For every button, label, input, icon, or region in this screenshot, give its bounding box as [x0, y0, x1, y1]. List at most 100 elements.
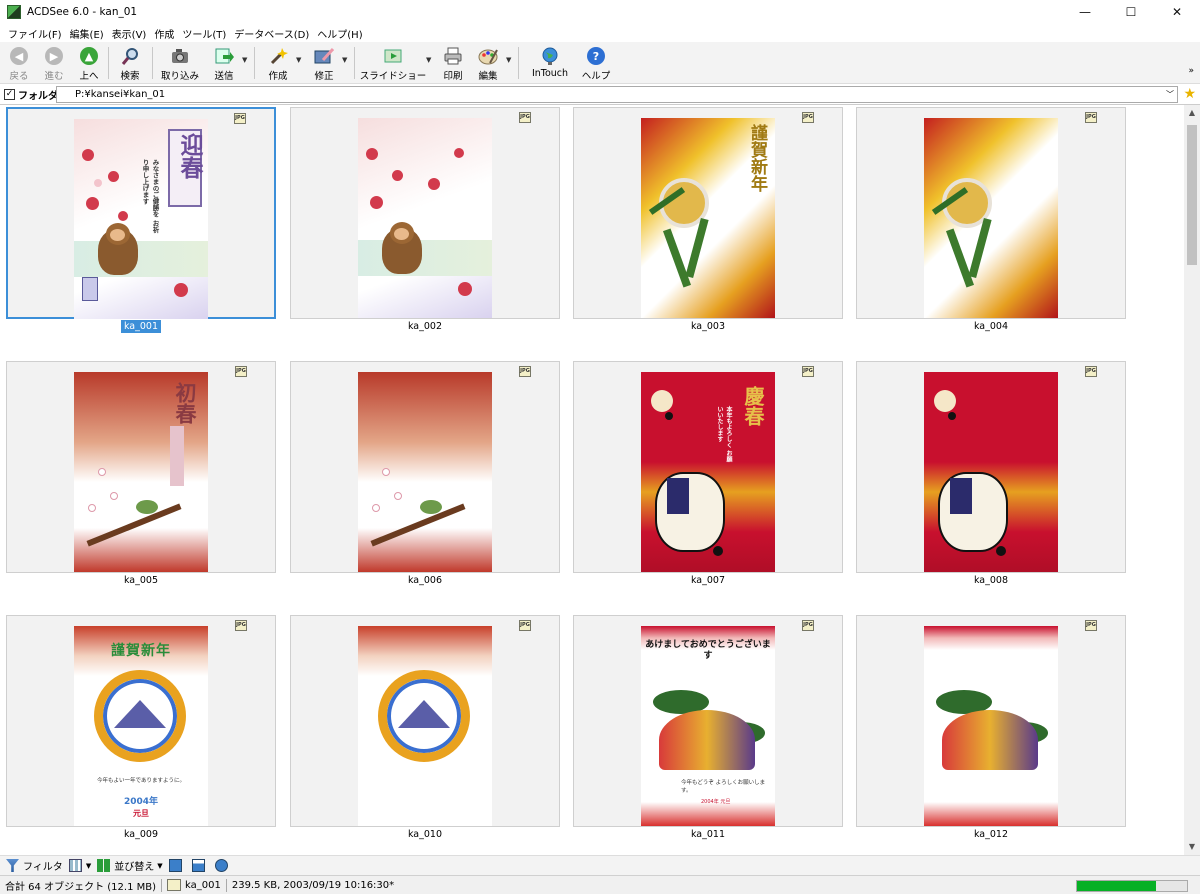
menu-tools[interactable]: ツール(T)	[178, 26, 230, 41]
explorer-button[interactable]	[214, 859, 232, 872]
card-image: 初春	[74, 372, 208, 572]
slideshow-dropdown-icon[interactable]: ▼	[426, 56, 431, 64]
edit-button[interactable]: 編集	[474, 44, 502, 82]
thumbnail-caption[interactable]: ka_003	[573, 321, 843, 332]
create-button[interactable]: 作成	[264, 44, 292, 82]
thumbnail-ka-006[interactable]: JPG	[290, 361, 560, 573]
import-button[interactable]: 取り込み	[160, 44, 200, 82]
thumbnail-caption[interactable]: ka_008	[856, 575, 1126, 586]
create-dropdown-icon[interactable]: ▼	[296, 56, 301, 64]
menu-help[interactable]: ヘルプ(H)	[313, 26, 366, 41]
menu-create[interactable]: 作成	[150, 26, 178, 41]
print-button[interactable]: 印刷	[440, 44, 466, 82]
status-separator	[161, 878, 162, 892]
card-year-text: 2004年 元旦	[701, 799, 731, 805]
thumbnail-ka-001[interactable]: JPG 迎春 みなさまのご健勝を お祈り申し上げます	[6, 107, 276, 319]
view-bar: フィルタ ▼ 並び替え ▼	[0, 855, 1200, 875]
fix-button[interactable]: 修正	[310, 44, 338, 82]
send-dropdown-icon[interactable]: ▼	[242, 56, 247, 64]
search-button[interactable]: 検索	[116, 44, 144, 82]
view-mode-button[interactable]: ▼	[68, 859, 92, 872]
status-file-name: ka_001	[185, 879, 221, 891]
folder-path-input[interactable]: P:¥kansei¥kan_01 ﹀	[56, 86, 1178, 103]
folder-checkbox[interactable]: ✓	[4, 88, 15, 100]
menu-database[interactable]: データベース(D)	[230, 26, 313, 41]
forward-button[interactable]: ▶ 進む	[40, 44, 68, 82]
back-button[interactable]: ◀ 戻る	[6, 44, 32, 82]
minimize-button[interactable]: —	[1062, 0, 1108, 24]
up-button[interactable]: ▲ 上へ	[76, 44, 102, 82]
edit-dropdown-icon[interactable]: ▼	[506, 56, 511, 64]
chevron-down-icon[interactable]: ﹀	[1166, 87, 1174, 102]
vertical-scrollbar[interactable]: ▲ ▼	[1184, 105, 1200, 855]
favorite-star-icon[interactable]: ★	[1183, 86, 1196, 102]
thumbnail-ka-005[interactable]: JPG 初春	[6, 361, 276, 573]
jpg-badge-icon: JPG	[802, 620, 814, 631]
help-button[interactable]: ? ヘルプ	[580, 44, 612, 82]
card-main-text: あけましておめでとうございます	[645, 640, 771, 661]
card-image	[358, 626, 492, 826]
thumbnail-caption[interactable]: ka_012	[856, 829, 1126, 840]
scroll-down-icon[interactable]: ▼	[1184, 839, 1200, 855]
intouch-button[interactable]: InTouch	[528, 44, 572, 82]
toolbar-separator	[354, 47, 355, 79]
thumbnail-caption[interactable]: ka_001	[6, 320, 276, 333]
folder-view-button[interactable]	[191, 859, 209, 872]
window-controls: — ☐ ✕	[1062, 0, 1200, 24]
jpg-badge-icon: JPG	[802, 366, 814, 377]
thumbnail-caption[interactable]: ka_005	[6, 575, 276, 586]
sort-label: 並び替え	[114, 862, 155, 873]
thumbnail-ka-002[interactable]: JPG	[290, 107, 560, 319]
thumbnail-ka-008[interactable]: JPG	[856, 361, 1126, 573]
thumbnail-ka-003[interactable]: JPG 謹賀新年	[573, 107, 843, 319]
filter-button[interactable]: フィルタ	[6, 858, 63, 873]
menu-edit[interactable]: 編集(E)	[66, 26, 108, 41]
thumbnail-ka-004[interactable]: JPG	[856, 107, 1126, 319]
send-button[interactable]: 送信	[210, 44, 238, 82]
thumbnail-ka-011[interactable]: JPG あけましておめでとうございます 今年もどうぞ よろしくお願いします。 2…	[573, 615, 843, 827]
status-total: 合計 64 オブジェクト (12.1 MB)	[5, 881, 156, 893]
up-label: 上へ	[79, 71, 99, 82]
card-image	[358, 118, 492, 318]
thumbnail-caption[interactable]: ka_006	[290, 575, 560, 586]
status-bar: 合計 64 オブジェクト (12.1 MB) ka_001 239.5 KB, …	[0, 875, 1200, 894]
thumbnail-caption[interactable]: ka_009	[6, 829, 276, 840]
card-image: 謹賀新年	[641, 118, 775, 318]
up-arrow-icon: ▲	[79, 46, 99, 66]
thumbnail-caption[interactable]: ka_010	[290, 829, 560, 840]
slideshow-button[interactable]: スライドショー	[360, 44, 426, 82]
scroll-up-icon[interactable]: ▲	[1184, 105, 1200, 121]
jpg-badge-icon: JPG	[1085, 366, 1097, 377]
fix-dropdown-icon[interactable]: ▼	[342, 56, 347, 64]
card-sub-text: 本年もよろしく お願いいたします	[716, 406, 732, 463]
jpg-badge-icon: JPG	[235, 620, 247, 631]
thumbnail-ka-007[interactable]: JPG 慶春 本年もよろしく お願いいたします	[573, 361, 843, 573]
thumbnail-caption[interactable]: ka_007	[573, 575, 843, 586]
fix-label: 修正	[314, 71, 334, 82]
card-main-text: 迎春	[176, 133, 203, 179]
maximize-button[interactable]: ☐	[1108, 0, 1154, 24]
sort-icon	[97, 859, 111, 872]
folder-path-text: P:¥kansei¥kan_01	[75, 89, 166, 100]
view-mode-dropdown-icon: ▼	[85, 861, 92, 870]
thumbnail-caption[interactable]: ka_002	[290, 321, 560, 332]
printer-icon	[443, 46, 463, 66]
close-button[interactable]: ✕	[1154, 0, 1200, 24]
sort-button[interactable]: 並び替え ▼	[97, 858, 163, 873]
thumbnail-caption[interactable]: ka_011	[573, 829, 843, 840]
menu-view[interactable]: 表示(V)	[108, 26, 151, 41]
card-sub-text: 今年もよい一年でありますように。	[97, 778, 185, 784]
toolbar-overflow-icon[interactable]: »	[1188, 66, 1194, 76]
filter-label: フィルタ	[23, 862, 63, 873]
sort-dropdown-icon: ▼	[157, 861, 163, 870]
thumbnail-ka-010[interactable]: JPG	[290, 615, 560, 827]
thumbnail-ka-012[interactable]: JPG	[856, 615, 1126, 827]
thumbnail-caption[interactable]: ka_004	[856, 321, 1126, 332]
preview-toggle-button[interactable]	[168, 859, 186, 872]
menu-file[interactable]: ファイル(F)	[4, 26, 66, 41]
card-main-text: 初春	[173, 382, 198, 424]
thumbnail-ka-009[interactable]: JPG 謹賀新年 今年もよい一年でありますように。 2004年 元旦	[6, 615, 276, 827]
import-label: 取り込み	[160, 71, 199, 82]
card-year-text: 2004年	[123, 797, 159, 807]
scroll-thumb[interactable]	[1187, 125, 1197, 265]
